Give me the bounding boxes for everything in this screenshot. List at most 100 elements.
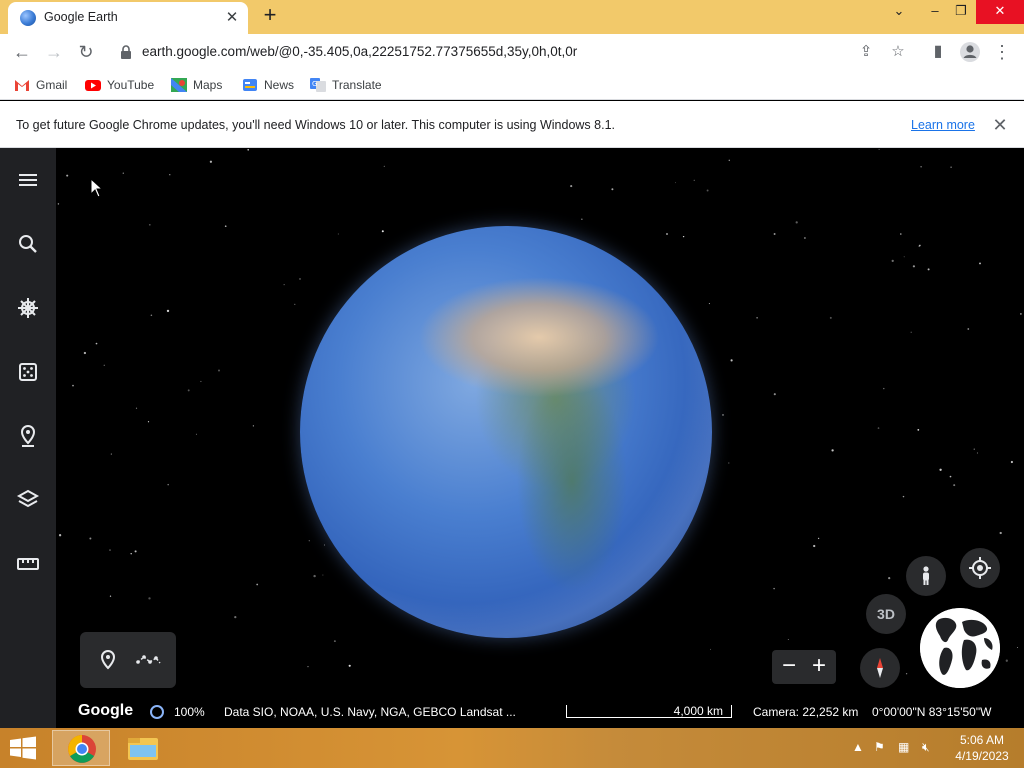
star (195, 433, 197, 435)
star (209, 160, 213, 163)
measure-button[interactable] (14, 550, 42, 578)
back-button[interactable]: ← (10, 40, 34, 64)
compass-button[interactable] (860, 648, 900, 688)
infobar-close-icon[interactable]: ✕ (990, 115, 1010, 135)
pegman-button[interactable] (906, 556, 946, 596)
star (730, 359, 733, 362)
menu-icon (19, 174, 37, 186)
tab-google-earth[interactable]: Google Earth ✕ (8, 2, 248, 34)
toggle-3d-button[interactable]: 3D (866, 594, 906, 634)
star (939, 468, 942, 471)
star (888, 576, 891, 580)
forward-button[interactable]: → (42, 40, 66, 64)
taskbar-chrome[interactable] (52, 730, 110, 766)
tab-close-icon[interactable]: ✕ (222, 8, 242, 28)
action-center-flag-icon[interactable]: ⚑ (874, 740, 885, 754)
earth-viewport[interactable]: 3D − + Google 100% Data SIO, NOAA, U.S. … (0, 148, 1024, 728)
star (130, 552, 132, 555)
star (58, 534, 62, 537)
draw-path-button[interactable] (134, 646, 162, 674)
star (299, 278, 301, 280)
star (910, 331, 912, 333)
bookmark-maps[interactable]: Maps (171, 77, 222, 93)
mouse-cursor-icon (90, 178, 104, 198)
map-style-button[interactable] (14, 486, 42, 514)
projects-button[interactable] (14, 422, 42, 450)
browser-tabstrip: Google Earth ✕ + ⌄ – ❐ ✕ (0, 0, 1024, 34)
earth-status-bar: Google 100% Data SIO, NOAA, U.S. Navy, N… (56, 696, 1024, 728)
restore-button[interactable]: ❐ (946, 0, 976, 24)
star (1020, 313, 1022, 315)
star (150, 314, 153, 317)
show-hidden-icons[interactable]: ▲ (852, 740, 864, 754)
side-panel-icon[interactable]: ▮ (926, 40, 950, 64)
star (167, 483, 169, 486)
volume-muted-icon[interactable]: 🔇︎ (922, 740, 930, 755)
star (728, 462, 730, 464)
reload-button[interactable]: ↻ (74, 40, 98, 64)
star (256, 583, 259, 586)
bookmarks-bar: Gmail YouTube Maps News G Translate (0, 70, 1024, 100)
star (950, 166, 952, 168)
my-location-icon (969, 557, 991, 579)
voyager-icon (18, 298, 38, 318)
windows-start-icon[interactable] (8, 736, 38, 760)
window-close-button[interactable]: ✕ (976, 0, 1024, 24)
earth-sidebar (0, 148, 56, 728)
placemark-icon (100, 649, 116, 670)
star (708, 303, 710, 305)
search-button[interactable] (14, 230, 42, 258)
star (891, 259, 894, 263)
star (200, 380, 202, 383)
bookmark-gmail[interactable]: Gmail (14, 77, 67, 93)
tab-search-chevron-icon[interactable]: ⌄ (884, 0, 914, 24)
learn-more-link[interactable]: Learn more (911, 118, 975, 132)
bookmark-youtube[interactable]: YouTube (85, 77, 154, 93)
system-clock[interactable]: 5:06 AM 4/19/2023 (948, 732, 1016, 764)
new-tab-button[interactable]: + (258, 4, 282, 28)
clock-time: 5:06 AM (959, 733, 1005, 747)
maps-icon (171, 77, 187, 92)
feeling-lucky-icon (19, 363, 37, 381)
star (1010, 460, 1013, 464)
google-earth-favicon-icon (20, 10, 36, 26)
voyager-button[interactable] (14, 294, 42, 322)
feeling-lucky-button[interactable] (14, 358, 42, 386)
load-percent: 100% (174, 705, 205, 719)
star (967, 328, 970, 330)
zoom-out-button[interactable]: − (774, 652, 804, 682)
mini-globe-map[interactable] (920, 608, 1000, 688)
taskbar-file-explorer[interactable] (114, 730, 172, 766)
bookmark-star-icon[interactable]: ☆ (888, 42, 908, 62)
youtube-icon (85, 79, 101, 91)
scale-bar[interactable]: 4,000 km (566, 704, 732, 718)
share-icon[interactable]: ⇪ (856, 42, 876, 62)
star (381, 230, 384, 233)
bookmark-news[interactable]: News (242, 77, 294, 93)
main-menu-button[interactable] (14, 166, 42, 194)
address-bar[interactable]: earth.google.com/web/@0,-35.405,0a,22251… (110, 37, 918, 67)
star (83, 351, 87, 355)
profile-icon (960, 42, 980, 62)
profile-avatar[interactable] (958, 40, 982, 64)
star (912, 265, 916, 268)
chrome-menu-icon[interactable]: ⋮ (990, 40, 1014, 64)
my-location-button[interactable] (960, 548, 1000, 588)
star (1005, 659, 1008, 662)
star (57, 203, 60, 205)
add-placemark-button[interactable] (94, 646, 122, 674)
google-logo: Google (78, 702, 134, 719)
star (773, 233, 776, 235)
star (322, 574, 324, 576)
zoom-in-button[interactable]: + (804, 652, 834, 682)
network-icon[interactable]: ▦ (898, 740, 909, 754)
zoom-controls: − + (772, 650, 836, 684)
bookmark-translate[interactable]: G Translate (310, 77, 382, 93)
file-explorer-icon (128, 738, 158, 760)
browser-toolbar: ← → ↻ earth.google.com/web/@0,-35.405,0a… (0, 34, 1024, 70)
data-credits[interactable]: Data SIO, NOAA, U.S. Navy, NGA, GEBCO La… (224, 705, 516, 719)
star (135, 407, 138, 409)
measure-icon (17, 558, 39, 570)
url-text: earth.google.com/web/@0,-35.405,0a,22251… (142, 44, 578, 59)
star (383, 165, 385, 168)
